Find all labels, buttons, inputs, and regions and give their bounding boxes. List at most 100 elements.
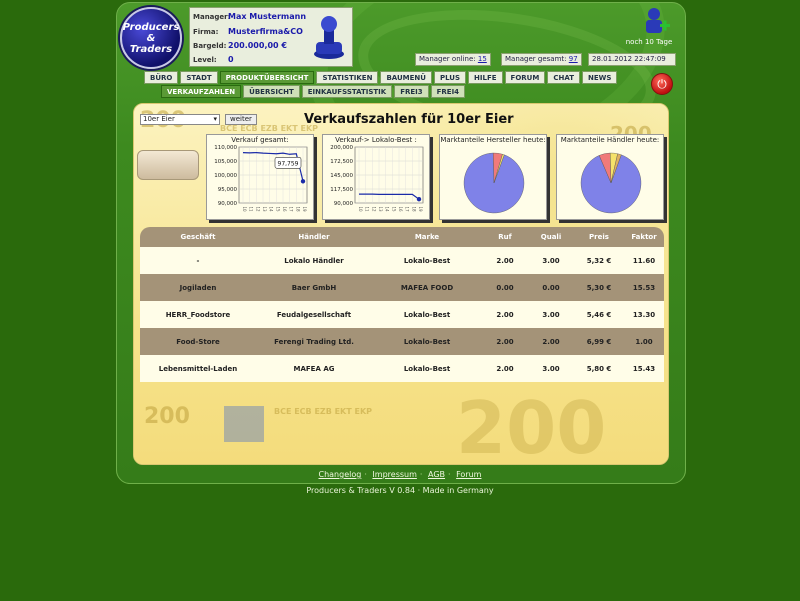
table-cell: 5,32 € xyxy=(586,256,612,265)
y-tick-label: 100,000 xyxy=(214,173,237,179)
table-cell: Lokalo-Best xyxy=(403,256,451,265)
x-tick-label: 14 xyxy=(385,206,390,212)
y-tick-label: 117,500 xyxy=(330,187,353,193)
table-row[interactable]: Jogiladen Baer GmbH MAFEA FOOD 0.00 0.00 5,30… xyxy=(140,274,664,301)
chart-sales-lokalo: Verkauf-> Lokalo-Best : 200,000 172,500 14… xyxy=(322,134,430,220)
nav-tab-2[interactable]: PRODUKTÜBERSICHT xyxy=(219,71,315,84)
chart-market-share-producers: Marktanteile Hersteller heute: xyxy=(439,134,547,220)
nav-tab-8[interactable]: CHAT xyxy=(547,71,580,84)
table-cell: Lokalo Händler xyxy=(284,256,344,265)
data-point xyxy=(300,179,306,184)
bargeld-value: 200.000,00 € xyxy=(228,41,287,50)
table-row[interactable]: - Lokalo Händler Lokalo-Best 2.00 3.00 5,32 €… xyxy=(140,247,664,274)
subnav-tab-0[interactable]: VERKAUFZAHLEN xyxy=(161,85,242,98)
table-cell: 3.00 xyxy=(542,364,560,373)
daily-reward[interactable]: noch 10 Tage xyxy=(619,6,679,50)
x-tick-label: 17 xyxy=(289,206,294,212)
table-cell: 5,30 € xyxy=(586,283,612,292)
x-tick-label: 13 xyxy=(262,206,267,212)
x-tick-label: 17 xyxy=(405,206,410,212)
x-tick-label: 11 xyxy=(365,206,370,212)
table-row[interactable]: HERR_Foodstore Feudalgesellschaft Lokalo-B… xyxy=(140,301,664,328)
egg-carton-image xyxy=(137,150,199,180)
nav-tab-3[interactable]: STATISTIKEN xyxy=(316,71,379,84)
logo-line-1: Producers xyxy=(122,21,180,33)
subnav-tab-1[interactable]: ÜBERSICHT xyxy=(243,85,300,98)
footer-link-forum[interactable]: Forum xyxy=(456,470,481,479)
table-cell: Lebensmittel-Laden xyxy=(158,364,238,373)
table-cell: 6,99 € xyxy=(586,337,612,346)
manager-total[interactable]: Manager gesamt: 97 xyxy=(501,53,582,66)
table-cell: - xyxy=(196,256,200,265)
table-cell: Lokalo-Best xyxy=(403,337,451,346)
data-point xyxy=(416,196,422,202)
table-cell: 0.00 xyxy=(542,283,560,292)
x-tick-label: 11 xyxy=(249,206,254,212)
offers-table: Geschäft Händler Marke Ruf Quali Preis Faktor … xyxy=(140,227,664,382)
subnav-tab-2[interactable]: EINKAUFSSTATISTIK xyxy=(301,85,393,98)
nav-tab-1[interactable]: STADT xyxy=(180,71,218,84)
y-tick-label: 95,000 xyxy=(218,187,238,193)
nav-tab-5[interactable]: PLUS xyxy=(433,71,467,84)
logo[interactable]: Producers & Traders xyxy=(120,7,182,69)
x-tick-label: 18 xyxy=(411,206,416,212)
reward-label: noch 10 Tage xyxy=(625,38,673,46)
nav-tab-0[interactable]: BÜRO xyxy=(144,71,179,84)
table-header-cell: Faktor xyxy=(631,233,657,241)
x-tick-label: 10 xyxy=(358,206,363,212)
manager-stamp-icon xyxy=(314,16,344,59)
table-cell: HERR_Foodstore xyxy=(165,310,231,319)
manager-info-box: Manager: Max Mustermann Firma: Musterfir… xyxy=(189,7,353,67)
table-cell: 15.43 xyxy=(632,364,656,373)
manager-total-count[interactable]: 97 xyxy=(569,55,578,63)
table-row[interactable]: Lebensmittel-Laden MAFEA AG Lokalo-Best 2.0… xyxy=(140,355,664,382)
tooltip-label: 97,759 xyxy=(278,160,299,167)
manager-online-count[interactable]: 15 xyxy=(478,55,487,63)
table-cell: 2.00 xyxy=(496,337,514,346)
weiter-button[interactable]: weiter xyxy=(225,114,257,125)
footer-link-changelog[interactable]: Changelog xyxy=(319,470,362,479)
bargeld-label: Bargeld: xyxy=(193,42,227,50)
table-row[interactable]: Food-Store Ferengi Trading Ltd. Lokalo-Bes… xyxy=(140,328,664,355)
version-info: Producers & Traders V 0.84 · Made in Ger… xyxy=(306,486,494,495)
x-tick-label: 19 xyxy=(302,206,307,212)
banknote-codes-bottom: BCE ECB EZB EKT EKP xyxy=(274,407,373,416)
sub-nav: VERKAUFZAHLEN ÜBERSICHT EINKAUFSSTATISTIK F… xyxy=(161,85,466,98)
table-cell: Feudalgesellschaft xyxy=(276,310,352,319)
table-cell: 5,80 € xyxy=(586,364,612,373)
level-label: Level: xyxy=(193,56,217,64)
table-cell: 3.00 xyxy=(542,256,560,265)
table-cell: Lokalo-Best xyxy=(403,310,451,319)
logo-line-3: Traders xyxy=(129,43,173,55)
table-header-cell: Preis xyxy=(589,233,609,241)
table-cell: 2.00 xyxy=(496,364,514,373)
manager-name: Max Mustermann xyxy=(228,12,307,21)
table-cell: 5,46 € xyxy=(586,310,612,319)
x-tick-label: 14 xyxy=(269,206,274,212)
footer-link-agb[interactable]: AGB xyxy=(428,470,445,479)
manager-online[interactable]: Manager online: 15 xyxy=(415,53,491,66)
firma-label: Firma: xyxy=(193,28,219,36)
main-nav: BÜRO STADT PRODUKTÜBERSICHT STATISTIKEN BAUM… xyxy=(144,71,618,84)
table-cell: Baer GmbH xyxy=(291,283,337,292)
datetime: 28.01.2012 22:47:09 xyxy=(588,53,676,66)
nav-tab-7[interactable]: FORUM xyxy=(504,71,546,84)
logout-power-icon[interactable]: ⏻ xyxy=(651,73,673,95)
x-tick-label: 10 xyxy=(242,206,247,212)
subnav-tab-4[interactable]: FREI4 xyxy=(430,85,466,98)
table-cell: Jogiladen xyxy=(179,283,217,292)
x-tick-label: 15 xyxy=(391,206,396,212)
table-header-cell: Quali xyxy=(540,233,562,241)
product-select[interactable]: 10er Eier xyxy=(140,114,220,125)
app-panel: Producers & Traders Manager: Max Musterm… xyxy=(116,2,686,484)
nav-tab-4[interactable]: BAUMENÜ xyxy=(380,71,432,84)
nav-tab-9[interactable]: NEWS xyxy=(581,71,618,84)
nav-tab-6[interactable]: HILFE xyxy=(468,71,503,84)
subnav-tab-3[interactable]: FREI3 xyxy=(394,85,429,98)
level-value: 0 xyxy=(228,55,234,64)
x-tick-label: 15 xyxy=(275,206,280,212)
chart-2-svg: 200,000 172,500 145,000 117,500 90,000 10 11 12… xyxy=(330,145,424,212)
y-tick-label: 145,000 xyxy=(330,173,353,179)
y-tick-label: 90,000 xyxy=(218,201,238,207)
footer-link-impressum[interactable]: Impressum xyxy=(372,470,416,479)
